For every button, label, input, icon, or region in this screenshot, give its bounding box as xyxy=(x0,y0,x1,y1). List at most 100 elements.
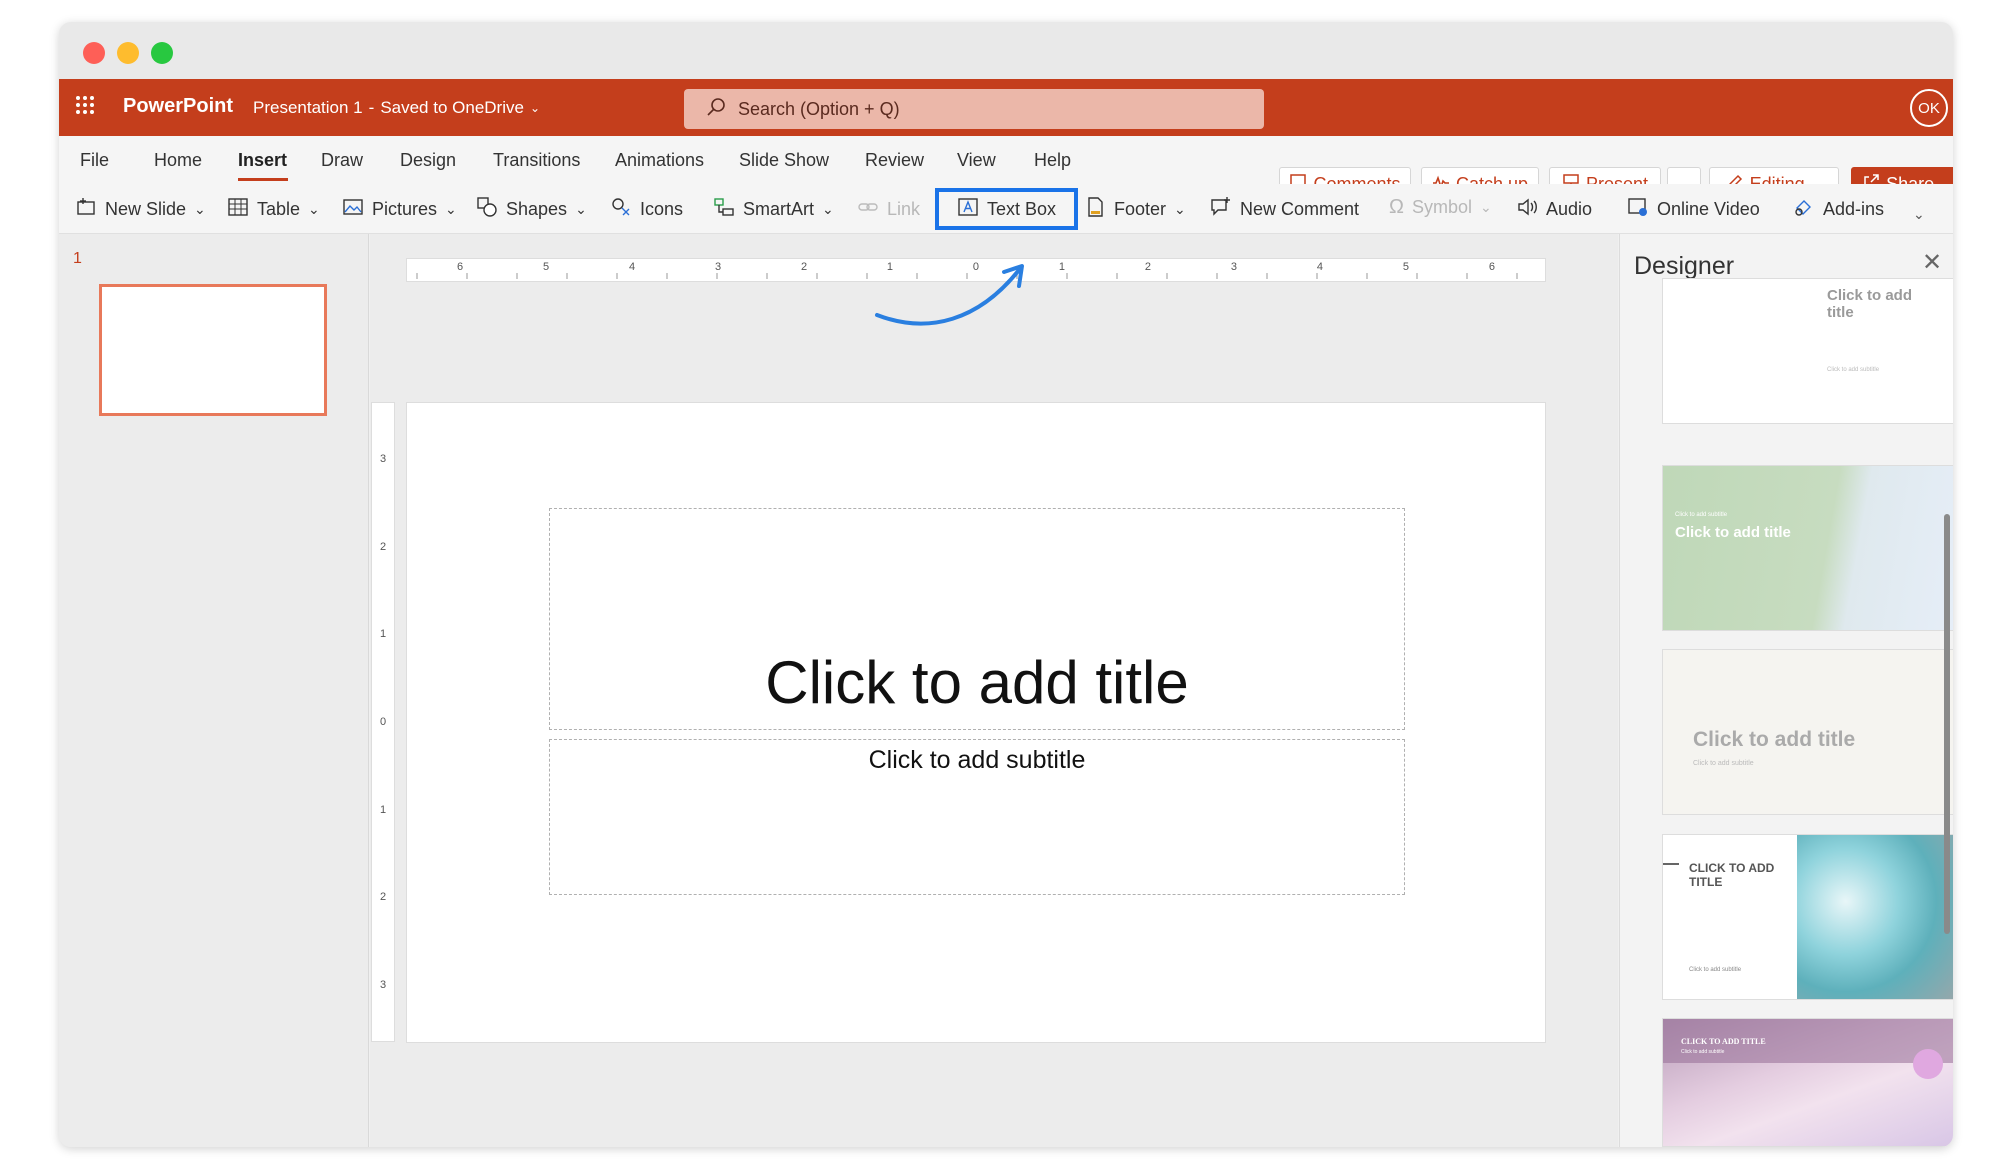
ruler-label: 1 xyxy=(379,803,387,816)
new-comment-button[interactable]: New Comment xyxy=(1210,196,1359,223)
slide-number: 1 xyxy=(73,250,82,267)
minimize-window-button[interactable] xyxy=(117,42,139,64)
design-option[interactable]: Click to add title Click to add subtitle xyxy=(1662,278,1953,424)
tab-draw[interactable]: Draw xyxy=(321,150,363,171)
ruler-label: 2 xyxy=(1144,261,1151,273)
pictures-button[interactable]: Pictures ⌄ xyxy=(342,196,457,223)
ruler-label: 5 xyxy=(542,261,550,273)
smartart-icon xyxy=(713,196,735,223)
designer-scrollbar[interactable] xyxy=(1944,514,1950,934)
tab-review[interactable]: Review xyxy=(865,150,924,171)
title-placeholder[interactable]: Click to add title xyxy=(549,508,1405,730)
window-chrome xyxy=(59,22,1953,79)
online-video-button[interactable]: Online Video xyxy=(1627,196,1760,223)
chevron-down-icon: ⌄ xyxy=(1174,201,1186,217)
footer-icon xyxy=(1084,196,1106,223)
footer-label: Footer xyxy=(1114,199,1167,219)
add-ins-button[interactable]: Add-ins xyxy=(1793,196,1884,223)
ruler-label: 1 xyxy=(1058,261,1066,273)
audio-button[interactable]: Audio xyxy=(1516,196,1592,223)
ruler-label: 3 xyxy=(714,261,722,273)
document-name: Presentation 1 xyxy=(253,98,363,117)
chevron-down-icon: ⌄ xyxy=(822,201,834,217)
tab-insert[interactable]: Insert xyxy=(238,150,287,171)
online-video-label: Online Video xyxy=(1657,199,1760,219)
ruler-label: 3 xyxy=(379,453,387,465)
icons-button[interactable]: Icons xyxy=(610,196,683,223)
title-placeholder-text: Click to add title xyxy=(765,649,1189,716)
design-subtitle: Click to add subtitle xyxy=(1681,1049,1725,1055)
subtitle-placeholder[interactable]: Click to add subtitle xyxy=(549,739,1405,895)
ruler-label: 5 xyxy=(1402,261,1409,273)
tab-file[interactable]: File xyxy=(80,150,109,171)
link-button[interactable]: Link xyxy=(857,196,920,223)
new-comment-label: New Comment xyxy=(1240,199,1360,219)
symbol-button[interactable]: Ω Symbol ⌄ xyxy=(1389,196,1492,219)
design-option[interactable]: Click to add title Click to add subtitle xyxy=(1662,649,1953,815)
maximize-window-button[interactable] xyxy=(151,42,173,64)
table-label: Table xyxy=(257,199,301,219)
shapes-icon xyxy=(476,196,498,223)
app-window: PowerPoint Presentation 1 - Saved to One… xyxy=(59,22,1953,1147)
ruler-label: 4 xyxy=(628,261,636,273)
pictures-label: Pictures xyxy=(372,199,438,219)
shapes-button[interactable]: Shapes ⌄ xyxy=(476,196,587,223)
tab-slide-show[interactable]: Slide Show xyxy=(739,150,829,171)
insert-ribbon: New Slide ⌄ Table ⌄ Pictures ⌄ Shapes ⌄ xyxy=(59,184,1953,234)
design-title: CLICK TO ADD TITLE xyxy=(1689,861,1775,889)
close-window-button[interactable] xyxy=(83,42,105,64)
symbol-label: Symbol xyxy=(1411,197,1472,217)
design-option[interactable]: Click to add title Click to add subtitle xyxy=(1662,465,1953,631)
design-title: Click to add title xyxy=(1675,524,1791,541)
search-placeholder: Search (Option + Q) xyxy=(738,98,900,119)
tab-animations[interactable]: Animations xyxy=(615,150,704,171)
tab-design[interactable]: Design xyxy=(400,150,456,171)
ruler-label: 1 xyxy=(379,628,387,641)
picture-icon xyxy=(342,196,364,223)
chevron-down-icon: ⌄ xyxy=(1479,199,1492,215)
ruler-label: 6 xyxy=(457,261,464,273)
tab-home[interactable]: Home xyxy=(154,150,202,171)
tab-help[interactable]: Help xyxy=(1034,150,1071,171)
vertical-ruler: 3 2 1 0 1 2 3 xyxy=(371,402,395,1042)
app-launcher-icon[interactable] xyxy=(73,93,97,117)
ruler-label: 6 xyxy=(1488,261,1495,273)
document-title[interactable]: Presentation 1 - Saved to OneDrive ⌄ xyxy=(253,98,540,118)
designer-title: Designer xyxy=(1634,252,1735,280)
design-option[interactable]: CLICK TO ADD TITLE Click to add subtitle xyxy=(1662,834,1953,1000)
text-box-label: Text Box xyxy=(987,198,1057,219)
smartart-label: SmartArt xyxy=(743,199,815,219)
title-separator: - xyxy=(368,98,375,117)
speaker-icon xyxy=(1516,196,1538,223)
smartart-button[interactable]: SmartArt ⌄ xyxy=(713,196,834,223)
avatar[interactable]: OK xyxy=(1910,89,1948,127)
tab-view[interactable]: View xyxy=(957,150,996,171)
table-button[interactable]: Table ⌄ xyxy=(227,196,320,223)
footer-button[interactable]: Footer ⌄ xyxy=(1084,196,1186,223)
icons-label: Icons xyxy=(640,199,684,219)
ruler-label: 3 xyxy=(1230,261,1237,273)
new-slide-button[interactable]: New Slide ⌄ xyxy=(75,196,206,223)
chevron-down-icon: ⌄ xyxy=(445,201,457,217)
app-name[interactable]: PowerPoint xyxy=(123,95,233,118)
text-box-button[interactable]: Text Box xyxy=(935,188,1079,230)
search-input[interactable]: Search (Option + Q) xyxy=(684,89,1264,129)
slides-pane: 1 xyxy=(59,234,369,1147)
design-subtitle: Click to add subtitle xyxy=(1827,367,1880,373)
add-ins-label: Add-ins xyxy=(1823,199,1885,219)
slide[interactable]: Click to add title Click to add subtitle xyxy=(406,402,1546,1043)
design-option[interactable]: CLICK TO ADD TITLE Click to add subtitle xyxy=(1662,1018,1953,1147)
link-icon xyxy=(857,196,879,223)
annotation-arrow-icon xyxy=(875,264,1024,326)
title-bar: PowerPoint Presentation 1 - Saved to One… xyxy=(59,79,1953,136)
design-subtitle: Click to add subtitle xyxy=(1693,760,1754,767)
chevron-down-icon: ⌄ xyxy=(575,201,587,217)
tab-transitions[interactable]: Transitions xyxy=(493,150,580,171)
active-tab-indicator xyxy=(238,178,288,181)
ruler-label: 2 xyxy=(379,891,387,904)
slide-thumbnail[interactable] xyxy=(99,284,327,416)
design-title: Click to add title xyxy=(1827,287,1913,321)
ribbon-expand-icon[interactable]: ⌄ xyxy=(1913,206,1925,223)
close-icon[interactable]: ✕ xyxy=(1922,248,1942,277)
audio-label: Audio xyxy=(1546,199,1593,219)
